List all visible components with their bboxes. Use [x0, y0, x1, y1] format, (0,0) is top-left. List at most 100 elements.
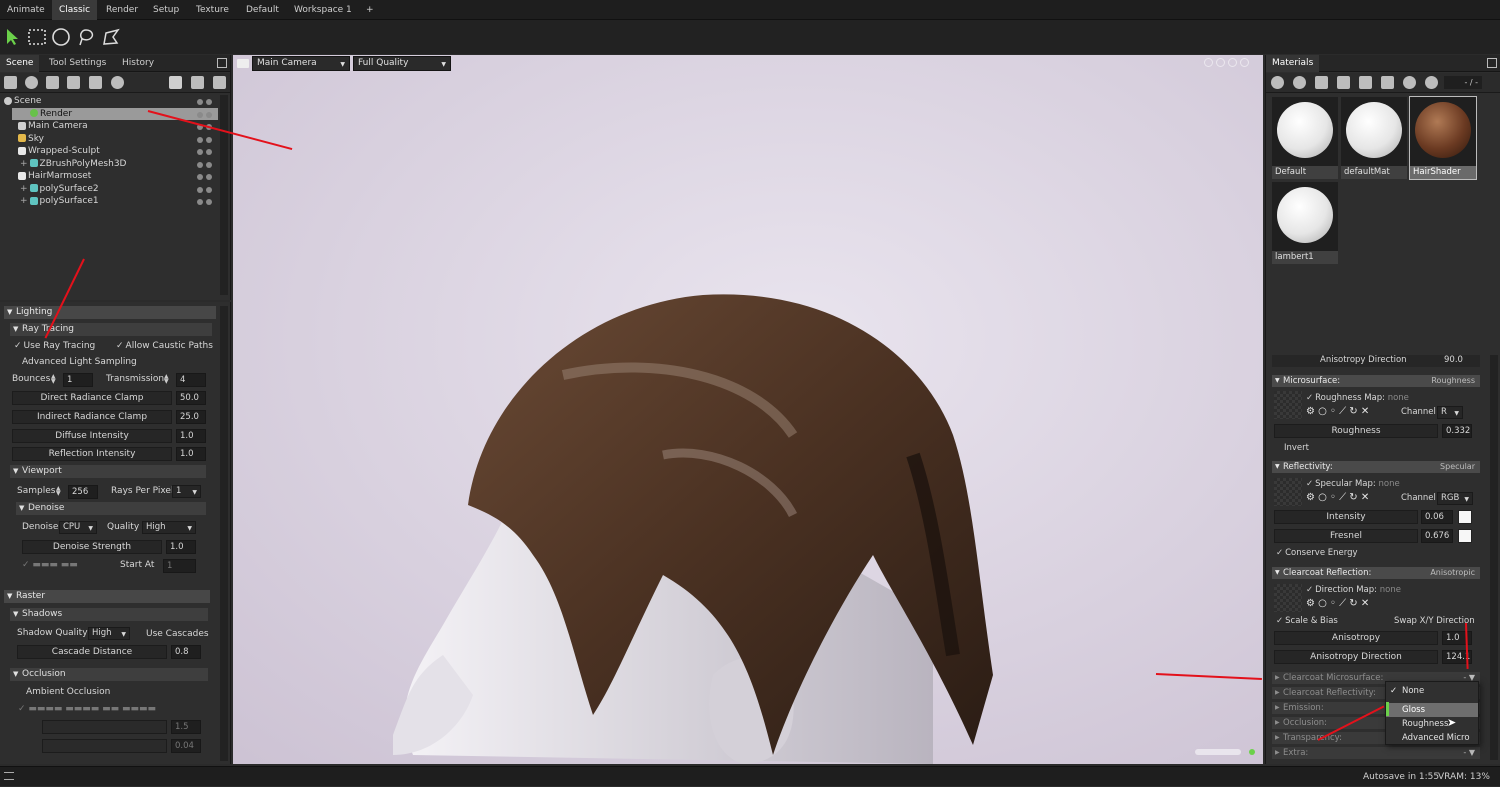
- material-thumb-defaultmat[interactable]: defaultMat: [1341, 97, 1407, 179]
- quality-dropdown[interactable]: Full Quality: [353, 56, 451, 71]
- bounces-field[interactable]: 1: [63, 373, 93, 387]
- lock-visibility-icons[interactable]: [194, 185, 214, 193]
- clear-icon[interactable]: [1425, 76, 1438, 89]
- roughness-map-slot[interactable]: [1274, 391, 1302, 419]
- tree-item-polysurface1[interactable]: + polySurface1: [0, 195, 218, 208]
- section-lighting[interactable]: Lighting: [4, 306, 216, 319]
- specular-map-slot[interactable]: [1274, 478, 1302, 506]
- transmission-spinner[interactable]: ▲ ▼: [164, 373, 169, 386]
- fresnel-slider[interactable]: Fresnel: [1274, 529, 1418, 543]
- tree-item-zbrushpolymesh3d[interactable]: + ZBrushPolyMesh3D: [0, 158, 218, 171]
- ao-size-field[interactable]: 0.04: [171, 739, 201, 753]
- roughness-slider[interactable]: Roughness: [1274, 424, 1438, 438]
- denoise-dropdown[interactable]: CPU: [59, 521, 97, 534]
- section-extra[interactable]: Extra: - ▼: [1272, 747, 1480, 759]
- samples-spinner[interactable]: ▲ ▼: [56, 485, 61, 498]
- bounces-spinner[interactable]: ▲ ▼: [51, 373, 56, 386]
- diffuse-intensity-slider[interactable]: Diffuse Intensity: [12, 429, 172, 443]
- direction-map-slot[interactable]: [1274, 584, 1302, 612]
- sky-icon[interactable]: [111, 76, 124, 89]
- section-occlusion[interactable]: Occlusion: [10, 668, 208, 681]
- intensity-field[interactable]: 0.06: [1421, 510, 1453, 524]
- material-settings-icon[interactable]: [1315, 76, 1328, 89]
- materials-scrollbar[interactable]: [1490, 355, 1498, 760]
- reflectivity-mode[interactable]: Specular: [1440, 461, 1475, 473]
- ao-strength-slider[interactable]: [42, 720, 167, 734]
- popout-icon[interactable]: [1487, 58, 1497, 68]
- anisotropy-direction-top-field[interactable]: 90.0: [1444, 354, 1463, 367]
- advanced-light-sampling-checkbox[interactable]: Advanced Light Sampling: [22, 356, 137, 369]
- section-microsurface[interactable]: Microsurface: Roughness: [1272, 375, 1480, 387]
- direct-radiance-clamp-slider[interactable]: Direct Radiance Clamp: [12, 391, 172, 405]
- lock-visibility-icons[interactable]: [194, 197, 214, 205]
- quality-dropdown[interactable]: High: [142, 521, 196, 534]
- ao-size-slider[interactable]: [42, 739, 167, 753]
- rays-per-pixel-dropdown[interactable]: 1: [172, 485, 201, 498]
- cascade-distance-field[interactable]: 0.8: [171, 645, 201, 659]
- new-material-icon[interactable]: [1271, 76, 1284, 89]
- tree-item-polysurface2[interactable]: + polySurface2: [0, 183, 218, 196]
- section-shadows[interactable]: Shadows: [10, 608, 208, 621]
- section-reflectivity[interactable]: Reflectivity: Specular: [1272, 461, 1480, 473]
- start-at-field[interactable]: 1: [163, 559, 196, 573]
- indirect-radiance-clamp-field[interactable]: 25.0: [176, 410, 206, 424]
- scene-scrollbar[interactable]: [220, 95, 228, 295]
- tree-item-wrapped-sculpt[interactable]: Wrapped-Sculpt: [0, 145, 218, 158]
- specular-color-swatch[interactable]: [1458, 510, 1472, 524]
- fresnel-color-swatch[interactable]: [1458, 529, 1472, 543]
- folder-icon[interactable]: [1337, 76, 1350, 89]
- camera-icon[interactable]: [46, 76, 59, 89]
- clearcoat-reflection-mode[interactable]: Anisotropic: [1430, 567, 1475, 579]
- popup-option-roughness[interactable]: Roughness: [1386, 717, 1478, 731]
- tree-item-hairmarmoset[interactable]: HairMarmoset: [0, 170, 218, 183]
- popout-icon[interactable]: [217, 58, 227, 68]
- map-tools-icons[interactable]: ⚙ ○ ◦ ⟋ ↻ ✕: [1306, 598, 1369, 609]
- swap-xy-checkbox[interactable]: Swap X/Y Direction: [1394, 615, 1475, 628]
- section-denoise[interactable]: Denoise: [16, 502, 206, 515]
- chevron-down-icon[interactable]: - ▼: [1463, 747, 1475, 759]
- duplicate-icon[interactable]: [191, 76, 204, 89]
- transmission-field[interactable]: 4: [176, 373, 206, 387]
- tree-item-render[interactable]: Render: [12, 107, 218, 120]
- ambient-occlusion-checkbox[interactable]: Ambient Occlusion: [26, 686, 110, 699]
- direction-map-checkbox[interactable]: Direction Map: none: [1306, 584, 1401, 597]
- intensity-slider[interactable]: Intensity: [1274, 510, 1418, 524]
- camera-dropdown[interactable]: Main Camera: [252, 56, 350, 71]
- add-object-icon[interactable]: [4, 76, 17, 89]
- denoise-strength-field[interactable]: 1.0: [166, 540, 196, 554]
- tab-materials[interactable]: Materials: [1266, 55, 1320, 72]
- map-tools-icons[interactable]: ⚙ ○ ◦ ⟋ ↻ ✕: [1306, 406, 1369, 417]
- fresnel-field[interactable]: 0.676: [1421, 529, 1453, 543]
- anisotropy-direction-slider[interactable]: Anisotropy Direction: [1274, 650, 1438, 664]
- assign-icon[interactable]: [1403, 76, 1416, 89]
- menu-workspace-1[interactable]: Workspace 1: [287, 0, 359, 20]
- use-ray-tracing-checkbox[interactable]: Use Ray Tracing: [14, 340, 96, 353]
- trash-icon[interactable]: [1359, 76, 1372, 89]
- section-ray-tracing[interactable]: Ray Tracing: [10, 323, 212, 336]
- menu-render[interactable]: Render: [99, 0, 145, 20]
- properties-scrollbar[interactable]: [220, 306, 228, 761]
- section-viewport[interactable]: Viewport: [10, 465, 206, 478]
- specular-map-checkbox[interactable]: Specular Map: none: [1306, 478, 1400, 491]
- anisotropy-slider[interactable]: Anisotropy: [1274, 631, 1438, 645]
- invert-checkbox[interactable]: Invert: [1284, 442, 1309, 455]
- material-thumb-hairshader[interactable]: HairShader: [1409, 96, 1477, 180]
- specular-channel-dropdown[interactable]: RGB: [1437, 492, 1473, 505]
- menu-add-workspace[interactable]: +: [359, 0, 381, 20]
- direct-radiance-clamp-field[interactable]: 50.0: [176, 391, 206, 405]
- tab-scene[interactable]: Scene: [0, 55, 40, 72]
- microsurface-mode[interactable]: Roughness: [1431, 375, 1475, 387]
- material-thumb-default[interactable]: Default: [1272, 97, 1338, 179]
- folder-icon[interactable]: [169, 76, 182, 89]
- light-icon[interactable]: [25, 76, 38, 89]
- map-tools-icons[interactable]: ⚙ ○ ◦ ⟋ ↻ ✕: [1306, 492, 1369, 503]
- allow-caustic-paths-checkbox[interactable]: Allow Caustic Paths: [116, 340, 213, 353]
- popup-option-none[interactable]: ✓ None: [1386, 684, 1478, 698]
- shader-icon[interactable]: [89, 76, 102, 89]
- conserve-energy-checkbox[interactable]: Conserve Energy: [1276, 547, 1357, 560]
- use-cascades-checkbox[interactable]: Use Cascades: [146, 628, 209, 641]
- lock-visibility-icons[interactable]: [194, 160, 214, 168]
- indirect-radiance-clamp-slider[interactable]: Indirect Radiance Clamp: [12, 410, 172, 424]
- tree-item-scene[interactable]: Scene: [0, 95, 218, 108]
- popup-option-advanced-micro[interactable]: Advanced Micro: [1386, 731, 1478, 745]
